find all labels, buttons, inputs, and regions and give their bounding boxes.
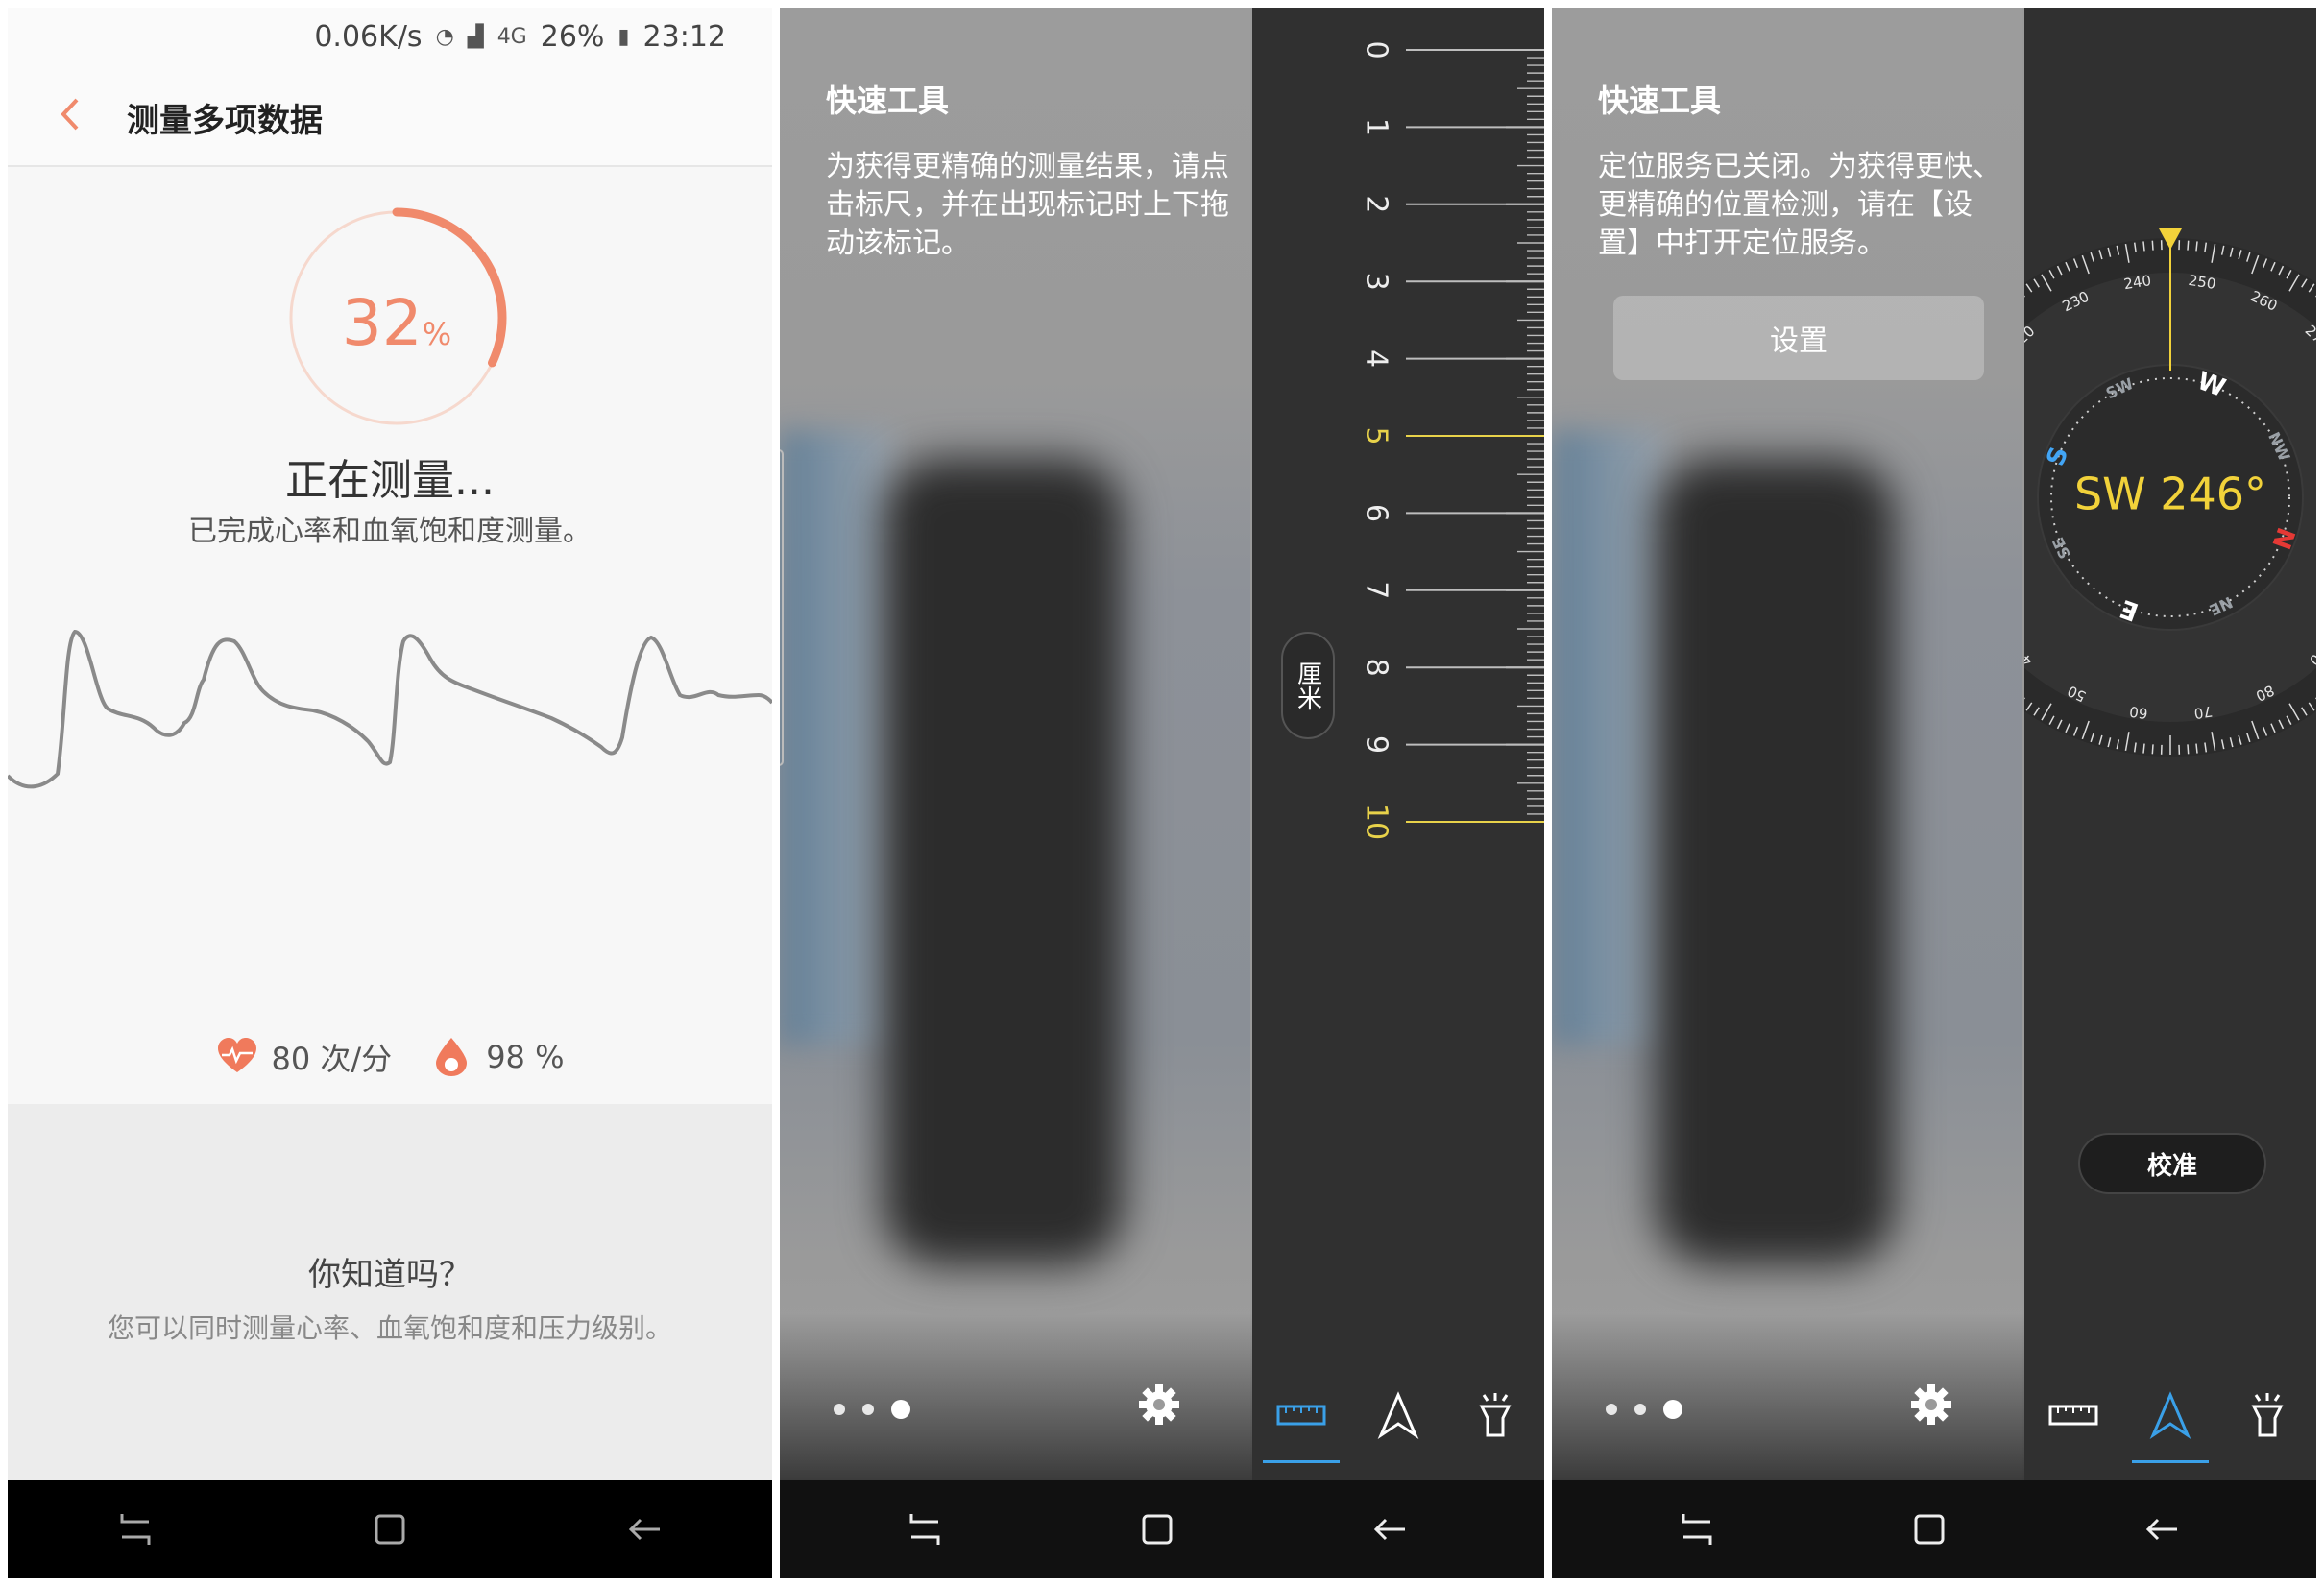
- battery-icon: ▮: [617, 24, 630, 49]
- compass-arrow-icon: [2149, 1391, 2191, 1439]
- page-indicator: [834, 1400, 910, 1419]
- ruler-tick-label: 9: [1360, 735, 1393, 754]
- back-arrow-icon: [629, 1518, 661, 1541]
- recent-apps-button[interactable]: [1668, 1501, 1726, 1558]
- home-icon: [1914, 1514, 1945, 1545]
- pulse-waveform: [8, 629, 772, 789]
- compass-dial: 2102202302402502602702801009080706050403…: [2024, 228, 2316, 757]
- edge-handle[interactable]: [780, 449, 784, 766]
- heart-rate-value: 80 次/分: [271, 1041, 393, 1077]
- back-arrow-icon: [1373, 1518, 1405, 1541]
- status-bar: 0.06K/s ◔ ▟ 4G 26% ▮ 23:12: [8, 8, 772, 65]
- home-button[interactable]: [361, 1501, 419, 1558]
- signal-icon: ▟: [467, 24, 484, 49]
- recent-apps-icon: [120, 1514, 151, 1545]
- ruler-tick-label: 2: [1360, 195, 1393, 213]
- app-bar: 测量多项数据: [8, 65, 772, 167]
- ruler-instructions: 为获得更精确的测量结果，请点击标尺，并在出现标记时上下拖动该标记。: [826, 150, 1229, 260]
- network-speed: 0.06K/s: [314, 19, 423, 54]
- network-type: 4G: [496, 24, 527, 49]
- tip-title: 你知道吗？: [308, 1256, 472, 1294]
- tip-card: 你知道吗？ 您可以同时测量心率、血氧饱和度和压力级别。: [8, 1104, 772, 1480]
- compass-tool-button[interactable]: [1369, 1386, 1427, 1444]
- ruler-tick-label: 4: [1360, 349, 1393, 368]
- compass-degree-label: 60: [2128, 703, 2149, 723]
- flashlight-tool-button[interactable]: [2239, 1386, 2296, 1444]
- background-blur-blue: [780, 430, 895, 1045]
- ruler-tick-label: 6: [1360, 504, 1393, 522]
- battery-percent: 26%: [540, 19, 605, 54]
- chevron-left-icon: [61, 98, 79, 131]
- quick-tools-title: 快速工具: [1598, 83, 1722, 119]
- compass-degree-label: 70: [2192, 703, 2214, 723]
- heart-icon: [217, 1038, 256, 1072]
- system-back-button[interactable]: [1361, 1501, 1418, 1558]
- gear-icon[interactable]: [1909, 1382, 1953, 1427]
- wifi-icon: ◔: [435, 24, 454, 49]
- ruler-tool-button[interactable]: [1262, 1386, 1340, 1463]
- compass-screen: 快速工具 定位服务已关闭。为获得更快、更精确的位置检测，请在【设置】中打开定位服…: [1552, 8, 2316, 1578]
- measurement-results: 80 次/分 98 %: [8, 1035, 772, 1079]
- background-blur-object: [1656, 459, 1896, 1265]
- measuring-status: 正在测量...: [285, 456, 495, 505]
- ruler-tick-label: 8: [1360, 659, 1393, 677]
- location-message: 定位服务已关闭。为获得更快、更精确的位置检测，请在【设置】中打开定位服务。: [1598, 150, 2001, 260]
- calibrate-button[interactable]: 校准: [2078, 1133, 2266, 1194]
- recent-apps-button[interactable]: [896, 1501, 954, 1558]
- heart-rate-stat: 80 次/分: [216, 1035, 393, 1079]
- nav-bar: [8, 1480, 772, 1578]
- background-blur-blue: [1552, 430, 1667, 1045]
- recent-apps-icon: [909, 1514, 940, 1545]
- unit-toggle-button[interactable]: 厘米: [1281, 632, 1335, 739]
- back-arrow-icon: [2145, 1518, 2177, 1541]
- ruler-tick-label: 0: [1360, 40, 1393, 59]
- nav-bar: [780, 1480, 1544, 1578]
- tip-text: 您可以同时测量心率、血氧饱和度和压力级别。: [107, 1312, 672, 1344]
- ruler-tick-label: 10: [1360, 804, 1393, 840]
- home-button[interactable]: [1128, 1501, 1186, 1558]
- page-indicator: [1606, 1400, 1682, 1419]
- tool-bar: [1252, 1369, 1544, 1463]
- home-button[interactable]: [1900, 1501, 1958, 1558]
- progress-value: 32%: [341, 286, 452, 360]
- ruler-tick-label: 5: [1360, 426, 1393, 445]
- nav-bar: [1552, 1480, 2316, 1578]
- spo2-stat: 98 %: [430, 1036, 564, 1078]
- flashlight-tool-button[interactable]: [1466, 1386, 1524, 1444]
- compass-tool-button[interactable]: [2131, 1386, 2209, 1463]
- ruler-icon: [1276, 1405, 1326, 1426]
- measuring-substatus: 已完成心率和血氧饱和度测量。: [188, 515, 592, 548]
- tool-bar: [2024, 1369, 2316, 1463]
- flashlight-icon: [2251, 1393, 2284, 1437]
- compass-arrow-icon: [1377, 1391, 1419, 1439]
- settings-button[interactable]: 设置: [1613, 296, 1984, 380]
- ruler-tick-label: 1: [1360, 118, 1393, 136]
- ruler-tick-label: 3: [1360, 273, 1393, 291]
- blood-drop-icon: [436, 1038, 468, 1076]
- clock: 23:12: [642, 19, 726, 54]
- ruler-screen: 快速工具 为获得更精确的测量结果，请点击标尺，并在出现标记时上下拖动该标记。 0…: [780, 8, 1544, 1578]
- ruler-tick-label: 7: [1360, 581, 1393, 599]
- recent-apps-icon: [1682, 1514, 1712, 1545]
- spo2-value: 98 %: [486, 1039, 565, 1075]
- ruler-icon: [2048, 1405, 2098, 1426]
- quick-tools-title: 快速工具: [826, 83, 950, 119]
- gear-icon[interactable]: [1137, 1382, 1181, 1427]
- page-title: 测量多项数据: [127, 102, 323, 140]
- ruler-tool-button[interactable]: [2045, 1386, 2102, 1444]
- system-back-button[interactable]: [2133, 1501, 2191, 1558]
- compass-heading: SW 246°: [2074, 469, 2266, 520]
- background-blur-object: [884, 459, 1124, 1265]
- health-screen: 0.06K/s ◔ ▟ 4G 26% ▮ 23:12 测量多项数据 32% 正在…: [8, 8, 772, 1578]
- recent-apps-button[interactable]: [107, 1501, 164, 1558]
- home-icon: [375, 1514, 405, 1545]
- system-back-button[interactable]: [616, 1501, 673, 1558]
- back-button[interactable]: [48, 90, 96, 138]
- home-icon: [1142, 1514, 1173, 1545]
- flashlight-icon: [1479, 1393, 1512, 1437]
